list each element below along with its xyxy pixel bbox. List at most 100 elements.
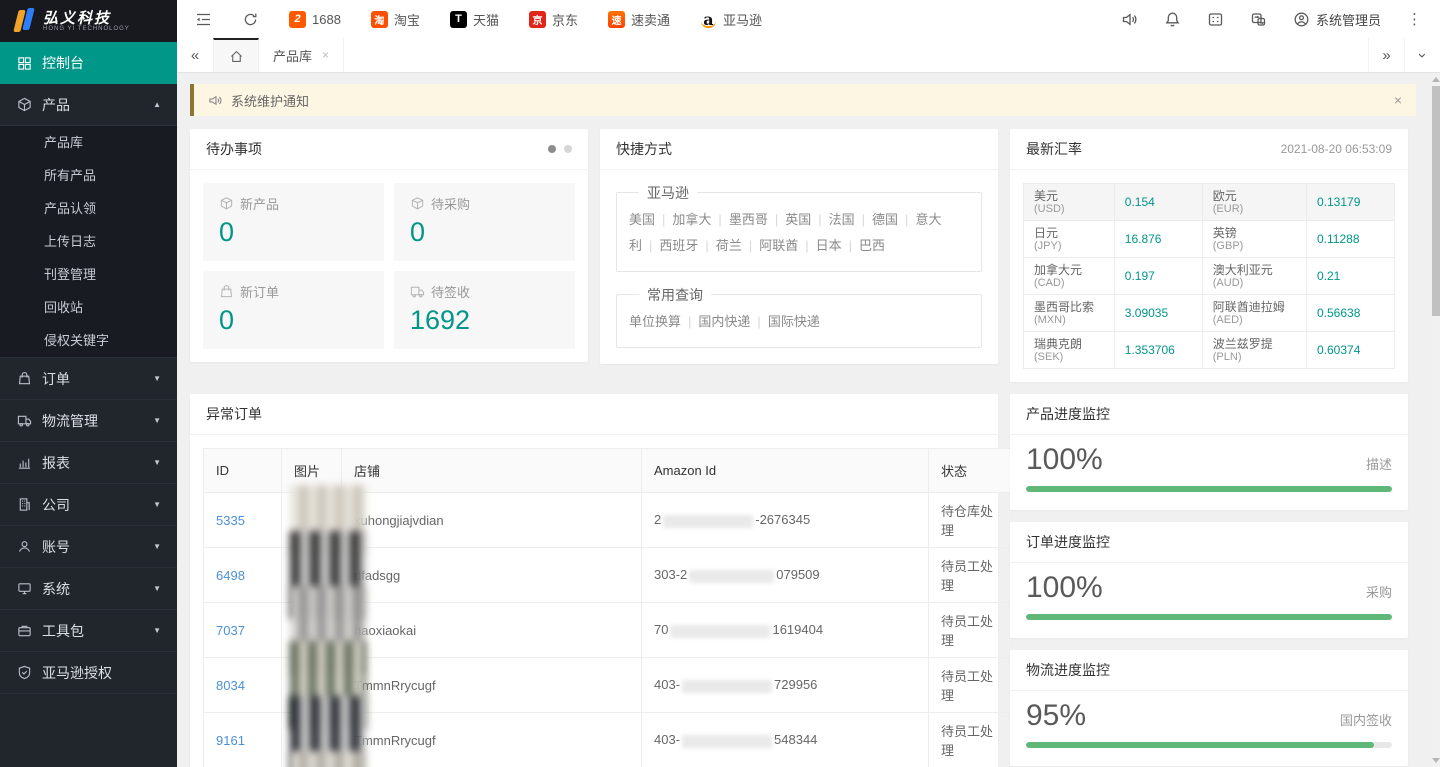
sidebar-item-logistics[interactable]: 物流管理 ▼ [0, 400, 177, 442]
scroll-up-icon[interactable] [1432, 77, 1440, 82]
sidebar-item-product[interactable]: 产品 ▲ [0, 84, 177, 126]
progress-tag: 采购 [1366, 582, 1392, 601]
order-id-link[interactable]: 8034 [216, 678, 245, 693]
todo-value: 0 [219, 305, 368, 336]
sidebar-item-upload-log[interactable]: 上传日志 [0, 225, 177, 258]
monitors-column: 产品进度监控 100%描述 订单进度监控 100%采购 [1010, 394, 1408, 767]
sidebar-item-product-library[interactable]: 产品库 [0, 126, 177, 159]
rate-value: 1.353706 [1125, 343, 1175, 357]
shortcut-link[interactable]: 阿联酋 [759, 238, 798, 253]
cube-icon [16, 97, 32, 113]
menu-fold-icon[interactable] [195, 11, 212, 28]
tab-home[interactable] [213, 38, 259, 72]
more-dots-icon[interactable]: ⋮ [1407, 10, 1422, 28]
sidebar-item-company[interactable]: 公司 ▼ [0, 484, 177, 526]
bell-icon[interactable] [1164, 11, 1181, 28]
link-1688[interactable]: 21688 [289, 11, 341, 28]
todo-title: 待办事项 [206, 139, 262, 159]
sidebar-item-console[interactable]: 控制台 [0, 42, 177, 84]
sidebar-item-recycle-bin[interactable]: 回收站 [0, 291, 177, 324]
product-image[interactable] [290, 751, 366, 767]
bag-icon [219, 284, 234, 299]
tmall-icon: T [450, 11, 467, 28]
brand-logo[interactable]: 弘义科技 HONG YI TECHNOLOGY [0, 0, 177, 42]
todo-tile-to-purchase[interactable]: 待采购 0 [394, 183, 575, 261]
tab-product-library[interactable]: 产品库 × [259, 38, 344, 72]
todo-tile-new-orders[interactable]: 新订单 0 [203, 271, 384, 349]
switch-icon[interactable] [1250, 11, 1267, 28]
shop-name: TmmnRrycugf [342, 658, 642, 713]
shortcut-link[interactable]: 国际快递 [768, 314, 820, 329]
carousel-dot-1[interactable] [548, 145, 556, 153]
volume-icon[interactable] [1121, 11, 1138, 28]
shortcut-link[interactable]: 国内快递 [698, 314, 750, 329]
refresh-icon[interactable] [242, 11, 259, 28]
chevron-down-icon: ▼ [153, 626, 161, 635]
sidebar-item-toolbox[interactable]: 工具包 ▼ [0, 610, 177, 652]
todo-value: 0 [219, 217, 368, 248]
scrollbar-thumb[interactable] [1432, 86, 1440, 316]
rate-row: 日元(JPY) 16.876 英镑(GBP) 0.11288 [1024, 221, 1395, 258]
scroll-down-icon[interactable] [1432, 758, 1440, 763]
progress-bar [1026, 486, 1392, 492]
notice-text[interactable]: 系统维护通知 [231, 91, 309, 110]
tab-bar: « 产品库 × » › [177, 38, 1440, 73]
order-id-link[interactable]: 5335 [216, 513, 245, 528]
apps-icon[interactable] [1207, 11, 1224, 28]
sidebar: 弘义科技 HONG YI TECHNOLOGY 控制台 产品 ▲ 产品库 所有产… [0, 0, 177, 767]
shortcut-link[interactable]: 日本 [816, 238, 842, 253]
shortcut-link[interactable]: 荷兰 [716, 238, 742, 253]
shortcut-link[interactable]: 西班牙 [659, 238, 698, 253]
shortcut-link[interactable]: 德国 [872, 212, 898, 227]
1688-icon: 2 [289, 11, 306, 28]
order-id-link[interactable]: 9161 [216, 733, 245, 748]
link-aliexpress[interactable]: 速速卖通 [608, 10, 670, 29]
user-icon [16, 539, 32, 555]
rates-title: 最新汇率 [1026, 139, 1082, 159]
tabs-menu-icon[interactable]: › [1404, 38, 1440, 72]
shortcut-link[interactable]: 单位换算 [629, 314, 681, 329]
carousel-dot-2[interactable] [564, 145, 572, 153]
sidebar-item-label: 报表 [42, 453, 70, 473]
rate-row: 墨西哥比索(MXN) 3.09035 阿联酋迪拉姆(AED) 0.56638 [1024, 295, 1395, 332]
sidebar-item-listing-mgmt[interactable]: 刊登管理 [0, 258, 177, 291]
shortcut-link[interactable]: 法国 [829, 212, 855, 227]
order-id-link[interactable]: 6498 [216, 568, 245, 583]
rate-row: 加拿大元(CAD) 0.197 澳大利亚元(AUD) 0.21 [1024, 258, 1395, 295]
link-tmall[interactable]: T天猫 [450, 10, 499, 29]
tabs-scroll-right-icon[interactable]: » [1368, 38, 1404, 72]
scrollbar[interactable] [1432, 73, 1440, 767]
user-menu[interactable]: 系统管理员 [1293, 10, 1381, 29]
brand-logo-icon [14, 8, 36, 34]
avatar-icon [1293, 11, 1310, 28]
tab-close-icon[interactable]: × [322, 48, 329, 62]
link-jd[interactable]: 京京东 [529, 10, 578, 29]
rate-row: 瑞典克朗(SEK) 1.353706 波兰兹罗提(PLN) 0.60374 [1024, 332, 1395, 369]
rate-value: 0.13179 [1317, 195, 1360, 209]
order-id-link[interactable]: 7037 [216, 623, 245, 638]
shortcut-link[interactable]: 美国 [629, 212, 655, 227]
todo-tile-new-products[interactable]: 新产品 0 [203, 183, 384, 261]
tabs-scroll-left-icon[interactable]: « [177, 38, 213, 72]
sidebar-item-all-products[interactable]: 所有产品 [0, 159, 177, 192]
shortcut-link[interactable]: 墨西哥 [729, 212, 768, 227]
sidebar-item-account[interactable]: 账号 ▼ [0, 526, 177, 568]
todo-tile-to-receive[interactable]: 待签收 1692 [394, 271, 575, 349]
link-taobao[interactable]: 淘淘宝 [371, 10, 420, 29]
sidebar-item-orders[interactable]: 订单 ▼ [0, 358, 177, 400]
link-amazon[interactable]: a亚马逊 [700, 10, 762, 29]
sidebar-item-reports[interactable]: 报表 ▼ [0, 442, 177, 484]
sidebar-item-system[interactable]: 系统 ▼ [0, 568, 177, 610]
sidebar-item-amazon-auth[interactable]: 亚马逊授权 [0, 652, 177, 694]
sidebar-item-infringing-keywords[interactable]: 侵权关键字 [0, 324, 177, 357]
sidebar-item-label: 公司 [42, 495, 70, 515]
shortcut-link[interactable]: 英国 [785, 212, 811, 227]
main-area: 21688 淘淘宝 T天猫 京京东 速速卖通 a亚马逊 系统管理员 ⋮ [177, 0, 1440, 767]
notice-close-icon[interactable]: × [1394, 92, 1402, 108]
shortcut-link[interactable]: 加拿大 [672, 212, 711, 227]
sidebar-item-product-claim[interactable]: 产品认领 [0, 192, 177, 225]
announcement-icon [208, 93, 223, 108]
shortcut-link[interactable]: 巴西 [859, 238, 885, 253]
content-area: 系统维护通知 × 待办事项 新产品 [177, 73, 1440, 767]
shop-name: dfadsgg [342, 548, 642, 603]
